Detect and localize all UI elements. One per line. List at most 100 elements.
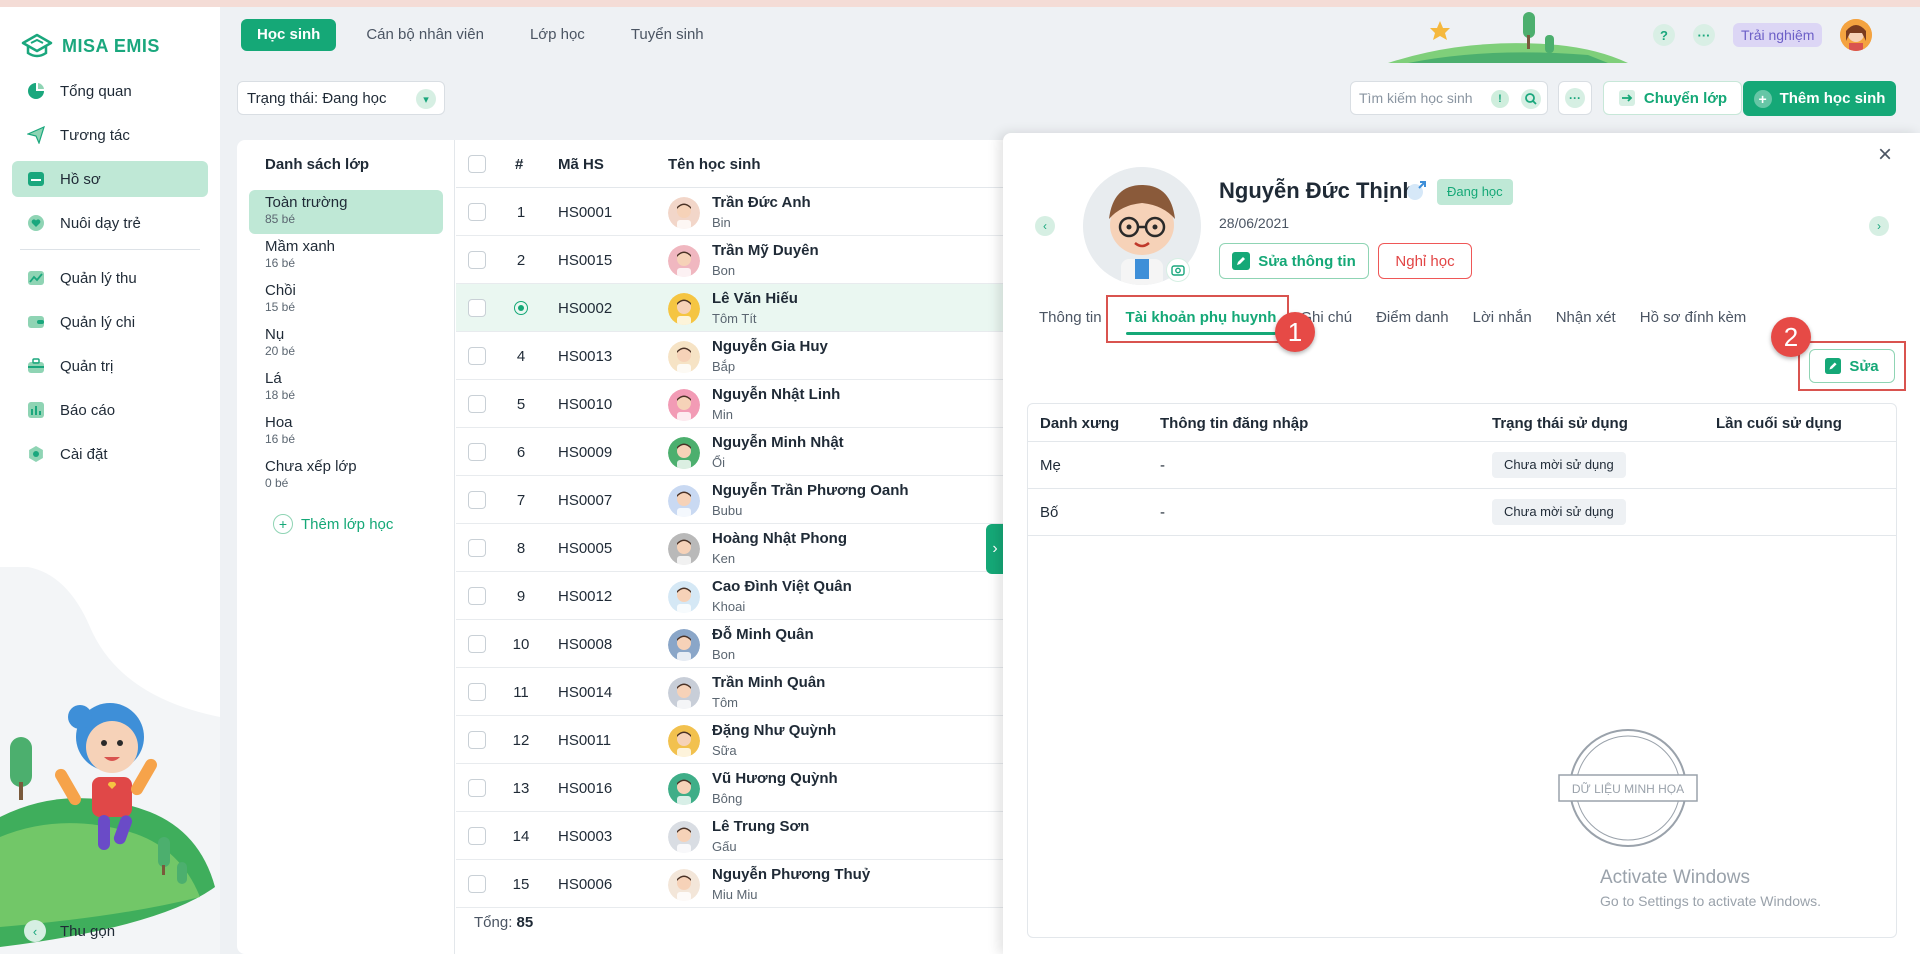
search-icon[interactable] bbox=[1521, 89, 1541, 109]
sidebar-item-interaction[interactable]: Tương tác bbox=[12, 117, 208, 153]
table-row[interactable]: 15 HS0006 Nguyễn Phương Thuỷ Miu Miu bbox=[456, 860, 1021, 908]
student-nickname: Sữa bbox=[712, 743, 737, 758]
row-checkbox[interactable] bbox=[468, 443, 486, 461]
bar-chart-icon bbox=[26, 400, 46, 420]
sidebar-item-nurturing[interactable]: Nuôi dạy trẻ bbox=[12, 205, 208, 241]
info-icon[interactable]: ! bbox=[1491, 90, 1509, 108]
student-name[interactable]: Đỗ Minh Quân bbox=[712, 626, 814, 643]
student-name[interactable]: Nguyễn Minh Nhật bbox=[712, 434, 844, 451]
row-checkbox[interactable] bbox=[468, 299, 486, 317]
tab-comments[interactable]: Nhận xét bbox=[1544, 305, 1628, 333]
trial-badge[interactable]: Trải nghiệm bbox=[1733, 23, 1823, 47]
sidebar-item-expense[interactable]: Quản lý chi bbox=[12, 304, 208, 340]
tab-enrollment[interactable]: Tuyển sinh bbox=[615, 19, 720, 51]
student-name[interactable]: Hoàng Nhật Phong bbox=[712, 530, 847, 547]
class-item[interactable]: Toàn trường 85 bé bbox=[249, 190, 443, 234]
student-name[interactable]: Trần Minh Quân bbox=[712, 674, 825, 691]
select-all-checkbox[interactable] bbox=[468, 155, 486, 173]
row-checkbox[interactable] bbox=[468, 683, 486, 701]
row-checkbox[interactable] bbox=[468, 731, 486, 749]
row-checkbox[interactable] bbox=[468, 635, 486, 653]
move-class-button[interactable]: Chuyển lớp bbox=[1603, 81, 1742, 115]
add-student-button[interactable]: + Thêm học sinh bbox=[1743, 81, 1896, 116]
logo[interactable]: MISA EMIS bbox=[20, 31, 160, 61]
tab-classes[interactable]: Lớp học bbox=[514, 19, 601, 51]
camera-icon[interactable] bbox=[1166, 258, 1190, 282]
student-name[interactable]: Lê Văn Hiếu bbox=[712, 290, 798, 307]
sidebar-item-revenue[interactable]: Quản lý thu bbox=[12, 260, 208, 296]
student-avatar bbox=[668, 341, 700, 373]
leave-school-button[interactable]: Nghỉ học bbox=[1378, 243, 1472, 279]
class-item[interactable]: Hoa 16 bé bbox=[249, 410, 443, 454]
more-options-button[interactable]: ··· bbox=[1693, 24, 1715, 46]
table-row[interactable]: 14 HS0003 Lê Trung Sơn Gấu bbox=[456, 812, 1021, 860]
table-row[interactable]: 5 HS0010 Nguyễn Nhật Linh Min bbox=[456, 380, 1021, 428]
table-row[interactable]: Mẹ - Chưa mời sử dụng bbox=[1028, 442, 1896, 489]
row-checkbox[interactable] bbox=[468, 491, 486, 509]
class-item[interactable]: Nụ 20 bé bbox=[249, 322, 443, 366]
sidebar-item-admin[interactable]: Quản trị bbox=[12, 348, 208, 384]
row-checkbox[interactable] bbox=[468, 251, 486, 269]
collapse-sidebar-button[interactable]: ‹ Thu gọn bbox=[24, 920, 115, 942]
table-row[interactable]: 13 HS0016 Vũ Hương Quỳnh Bông bbox=[456, 764, 1021, 812]
student-name[interactable]: Lê Trung Sơn bbox=[712, 818, 809, 835]
class-count: 0 bé bbox=[265, 476, 289, 490]
student-name[interactable]: Nguyễn Phương Thuỷ bbox=[712, 866, 870, 883]
add-class-button[interactable]: + Thêm lớp học bbox=[273, 514, 393, 534]
row-checkbox[interactable] bbox=[468, 347, 486, 365]
tab-messages[interactable]: Lời nhắn bbox=[1461, 305, 1544, 333]
table-row[interactable]: 11 HS0014 Trần Minh Quân Tôm bbox=[456, 668, 1021, 716]
class-item[interactable]: Chưa xếp lớp 0 bé bbox=[249, 454, 443, 498]
table-row[interactable]: 10 HS0008 Đỗ Minh Quân Bon bbox=[456, 620, 1021, 668]
table-row[interactable]: 9 HS0012 Cao Đình Việt Quân Khoai bbox=[456, 572, 1021, 620]
status-filter-select[interactable]: Trạng thái: Đang học ▾ bbox=[237, 81, 445, 115]
edit-info-button[interactable]: Sửa thông tin bbox=[1219, 243, 1369, 279]
edit-button[interactable]: Sửa bbox=[1809, 349, 1895, 383]
table-row[interactable]: 12 HS0011 Đặng Như Quỳnh Sữa bbox=[456, 716, 1021, 764]
sidebar-item-overview[interactable]: Tổng quan bbox=[12, 73, 208, 109]
sidebar-item-profiles[interactable]: Hồ sơ bbox=[12, 161, 208, 197]
tab-info[interactable]: Thông tin bbox=[1039, 305, 1114, 333]
next-student-button[interactable]: › bbox=[1869, 216, 1889, 236]
table-row[interactable]: Bố - Chưa mời sử dụng bbox=[1028, 489, 1896, 536]
table-row[interactable]: 4 HS0013 Nguyễn Gia Huy Bắp bbox=[456, 332, 1021, 380]
student-name[interactable]: Vũ Hương Quỳnh bbox=[712, 770, 838, 787]
tab-staff[interactable]: Cán bộ nhân viên bbox=[350, 19, 500, 51]
student-name[interactable]: Trần Đức Anh bbox=[712, 194, 811, 211]
class-name: Nụ bbox=[265, 326, 285, 343]
expand-panel-handle[interactable]: › bbox=[986, 524, 1004, 574]
table-row[interactable]: HS0002 Lê Văn Hiếu Tôm Tít bbox=[456, 284, 1021, 332]
search-input[interactable] bbox=[1359, 82, 1489, 114]
table-row[interactable]: 6 HS0009 Nguyễn Minh Nhật Ổi bbox=[456, 428, 1021, 476]
class-item[interactable]: Lá 18 bé bbox=[249, 366, 443, 410]
prev-student-button[interactable]: ‹ bbox=[1035, 216, 1055, 236]
student-name[interactable]: Cao Đình Việt Quân bbox=[712, 578, 852, 595]
sidebar-item-settings[interactable]: Cài đặt bbox=[12, 436, 208, 472]
table-row[interactable]: 2 HS0015 Trần Mỹ Duyên Bon bbox=[456, 236, 1021, 284]
toolbar-more-button[interactable]: ··· bbox=[1558, 81, 1592, 115]
student-name[interactable]: Trần Mỹ Duyên bbox=[712, 242, 819, 259]
row-checkbox[interactable] bbox=[468, 539, 486, 557]
class-item[interactable]: Chồi 15 bé bbox=[249, 278, 443, 322]
student-name[interactable]: Nguyễn Nhật Linh bbox=[712, 386, 840, 403]
tab-students[interactable]: Học sinh bbox=[241, 19, 337, 51]
sidebar-item-reports[interactable]: Báo cáo bbox=[12, 392, 208, 428]
row-checkbox[interactable] bbox=[468, 779, 486, 797]
table-row[interactable]: 8 HS0005 Hoàng Nhật Phong Ken bbox=[456, 524, 1021, 572]
student-name[interactable]: Nguyễn Gia Huy bbox=[712, 338, 828, 355]
class-item[interactable]: Mầm xanh 16 bé bbox=[249, 234, 443, 278]
student-name[interactable]: Nguyễn Trần Phương Oanh bbox=[712, 482, 909, 499]
user-avatar[interactable] bbox=[1840, 19, 1873, 51]
help-button[interactable]: ? bbox=[1653, 24, 1675, 46]
close-icon[interactable]: × bbox=[1874, 143, 1896, 167]
row-checkbox[interactable] bbox=[468, 203, 486, 221]
row-checkbox[interactable] bbox=[468, 587, 486, 605]
table-row[interactable]: 7 HS0007 Nguyễn Trần Phương Oanh Bubu bbox=[456, 476, 1021, 524]
student-name[interactable]: Đặng Như Quỳnh bbox=[712, 722, 836, 739]
tab-attachments[interactable]: Hồ sơ đính kèm bbox=[1628, 305, 1759, 333]
tab-attendance[interactable]: Điểm danh bbox=[1364, 305, 1461, 333]
table-row[interactable]: 1 HS0001 Trần Đức Anh Bin bbox=[456, 188, 1021, 236]
row-checkbox[interactable] bbox=[468, 875, 486, 893]
row-checkbox[interactable] bbox=[468, 827, 486, 845]
row-checkbox[interactable] bbox=[468, 395, 486, 413]
